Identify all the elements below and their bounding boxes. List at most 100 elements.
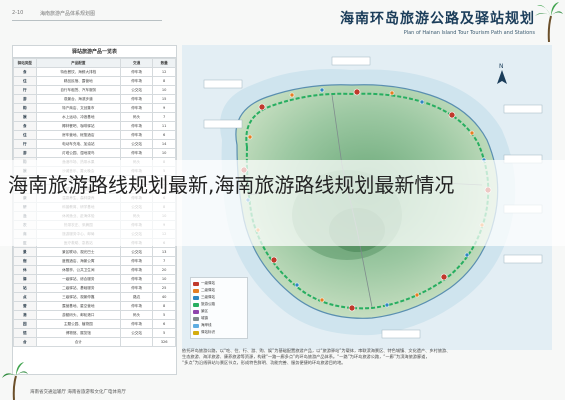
station-callout-box bbox=[381, 329, 421, 339]
table-cell: 驿 bbox=[13, 274, 37, 284]
table-cell: 10 bbox=[152, 148, 176, 158]
table-cell: 11 bbox=[152, 121, 176, 131]
table-title: 驿站旅游产品一览表 bbox=[13, 46, 176, 58]
table-cell: 公交站 bbox=[119, 247, 154, 257]
table-cell: 博物馆、展览馆 bbox=[35, 328, 121, 338]
table-header-cell: 数量 bbox=[152, 58, 176, 68]
palm-tree-icon bbox=[2, 362, 28, 400]
table-row: 景景区联动、观光巴士 公交站 13 bbox=[13, 247, 176, 257]
table-cell: 停车场 bbox=[119, 319, 154, 329]
station-marker bbox=[348, 304, 356, 312]
table-cell: 6 bbox=[152, 130, 176, 140]
table-cell: 10 bbox=[152, 274, 176, 284]
station-callout-box bbox=[203, 119, 243, 129]
palm-tree-icon bbox=[535, 2, 563, 42]
table-row: 娱水上运动、冲浪基地 码头 7 bbox=[13, 112, 176, 122]
legend-label: 驿站标识 bbox=[201, 330, 215, 334]
map-title: 海南环岛旅游公路及驿站规划 bbox=[340, 11, 535, 27]
table-cell: 游艇码头、邮轮港口 bbox=[35, 310, 121, 320]
station-callout-box bbox=[331, 56, 371, 66]
table-cell: 特产商店、文创集市 bbox=[35, 103, 121, 113]
legend-label: 三级驿站 bbox=[201, 295, 215, 299]
table-cell: 游 bbox=[13, 94, 37, 104]
table-cell: 停车场 bbox=[119, 103, 154, 113]
table-header-cell: 产品配置 bbox=[35, 58, 121, 68]
legend-swatch bbox=[193, 288, 199, 293]
table-cell: 灯塔公园、湿地观鸟 bbox=[35, 148, 121, 158]
legend-swatch bbox=[193, 302, 199, 307]
table-cell: 电动车充电、加油站 bbox=[35, 139, 121, 149]
table-cell: 景 bbox=[13, 247, 37, 257]
legend-item: 二级驿站 bbox=[193, 287, 245, 294]
table-cell: 房车营地、帐篷酒店 bbox=[35, 130, 121, 140]
table-cell: 公交站 bbox=[119, 85, 154, 95]
station-marker bbox=[353, 88, 361, 96]
table-cell: 点 bbox=[13, 292, 37, 302]
table-cell: 12 bbox=[152, 67, 176, 77]
table-cell: 路边 bbox=[119, 292, 154, 302]
table-cell: 营 bbox=[13, 301, 37, 311]
station-marker bbox=[247, 134, 253, 140]
legend-label: 旅游公路 bbox=[201, 302, 215, 306]
figure-caption: 海南旅游产品体系规划图 bbox=[40, 11, 96, 17]
table-cell: 7 bbox=[152, 256, 176, 266]
table-cell: 40 bbox=[152, 292, 176, 302]
legend-item: 三级驿站 bbox=[193, 294, 245, 301]
table-cell: 食 bbox=[13, 67, 37, 77]
table-cell: 停车场 bbox=[119, 76, 154, 86]
station-marker bbox=[414, 292, 420, 298]
table-cell: 宿 bbox=[13, 256, 37, 266]
table-cell: 8 bbox=[152, 301, 176, 311]
legend-swatch bbox=[193, 281, 199, 286]
table-cell: 馆 bbox=[13, 328, 37, 338]
table-cell: 行 bbox=[13, 139, 37, 149]
table-cell: 椰林餐吧、咖啡驿站 bbox=[35, 121, 121, 131]
legend-item: 一级驿站 bbox=[193, 280, 245, 287]
header-rule bbox=[12, 20, 162, 21]
station-marker bbox=[294, 282, 300, 288]
legend-label: 一级驿站 bbox=[201, 281, 215, 285]
table-cell: 8 bbox=[152, 76, 176, 86]
table-row: 休休憩亭、公共卫生间 停车场 20 bbox=[13, 265, 176, 275]
legend-swatch bbox=[193, 309, 199, 314]
station-marker bbox=[469, 130, 475, 136]
table-cell: 住 bbox=[13, 130, 37, 140]
table-cell: 一级驿站、综合服务 bbox=[35, 274, 121, 284]
table-row: 站二级驿站、基础服务 停车场 25 bbox=[13, 283, 176, 293]
legend-item: 景区 bbox=[193, 308, 245, 315]
legend-item: 城镇 bbox=[193, 315, 245, 322]
table-cell: 7 bbox=[152, 112, 176, 122]
map-title-block: 海南环岛旅游公路及驿站规划 Plan of Hainan Island Tour… bbox=[315, 8, 535, 42]
station-marker bbox=[270, 256, 278, 264]
station-marker bbox=[464, 252, 470, 258]
table-cell: 326 bbox=[152, 337, 176, 347]
table-cell: 停车场 bbox=[119, 283, 154, 293]
watermark-headline: 海南旅游路线规划最新,海南旅游路线规划最新情况 bbox=[8, 173, 455, 197]
table-cell: 住 bbox=[13, 76, 37, 86]
table-cell: 主题公园、植物园 bbox=[35, 319, 121, 329]
legend-item: 驿站标识 bbox=[193, 329, 245, 336]
table-row: 园主题公园、植物园 停车场 6 bbox=[13, 319, 176, 329]
table-cell: 行 bbox=[13, 85, 37, 95]
table-cell: 15 bbox=[152, 94, 176, 104]
table-row: 港游艇码头、邮轮港口 码头 5 bbox=[13, 310, 176, 320]
table-cell: 停车场 bbox=[119, 265, 154, 275]
table-row: 行电动车充电、加油站 公交站 14 bbox=[13, 139, 176, 149]
table-row: 馆博物馆、展览馆 公交站 5 bbox=[13, 328, 176, 338]
legend-label: 城镇 bbox=[201, 316, 208, 320]
table-row: 食特色餐饮、海鲜大排档 停车场 12 bbox=[13, 67, 176, 77]
table-cell: 码头 bbox=[119, 310, 154, 320]
table-row: 游观景台、海滨步道 停车场 15 bbox=[13, 94, 176, 104]
table-cell: 停车场 bbox=[119, 274, 154, 284]
table-cell: 休 bbox=[13, 265, 37, 275]
station-marker bbox=[384, 302, 390, 308]
table-cell: 度假酒店、海景公寓 bbox=[35, 256, 121, 266]
table-row: 行自行车租赁、汽车服务 公交站 10 bbox=[13, 85, 176, 95]
table-cell: 停车场 bbox=[119, 148, 154, 158]
figure-code: 2-10 bbox=[12, 10, 24, 16]
legend-item: 旅游公路 bbox=[193, 301, 245, 308]
table-cell: 水上运动、冲浪基地 bbox=[35, 112, 121, 122]
station-marker bbox=[448, 111, 456, 119]
map-legend: 一级驿站 二级驿站 三级驿站 旅游公路 景区 城镇 海岸线 驿站标识 bbox=[190, 277, 248, 339]
station-marker bbox=[319, 87, 325, 93]
